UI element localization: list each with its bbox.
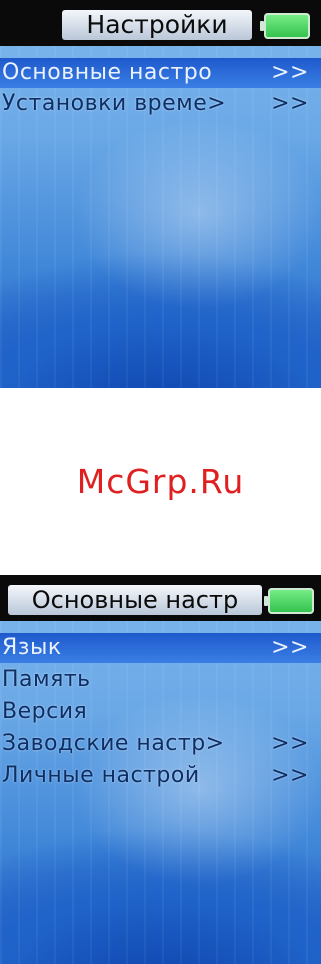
- battery-icon: [264, 588, 314, 614]
- title-bar: Основные настр: [0, 575, 321, 621]
- title-bar: Настройки: [0, 0, 321, 46]
- submenu-arrow-icon: >>: [271, 763, 309, 788]
- menu-item-memory[interactable]: Память: [0, 665, 321, 695]
- battery-icon: [260, 13, 310, 39]
- menu-item-label: Заводские настр>: [2, 731, 225, 756]
- screen-title: Настройки: [62, 10, 252, 40]
- menu-item-label: Версия: [2, 699, 88, 724]
- menu-item-version[interactable]: Версия: [0, 697, 321, 727]
- menu-item-label: Основные настро: [2, 60, 213, 85]
- basic-settings-menu: Язык >> Память Версия Заводские настр> >…: [0, 633, 321, 793]
- basic-settings-screen: Основные настр Язык >> Память Версия Зав…: [0, 575, 321, 964]
- menu-item-time-settings[interactable]: Установки време> >>: [0, 89, 321, 119]
- screen-title: Основные настр: [8, 585, 262, 615]
- menu-item-label: Установки време>: [2, 91, 227, 116]
- submenu-arrow-icon: >>: [271, 91, 309, 116]
- submenu-arrow-icon: >>: [271, 731, 309, 756]
- menu-item-label: Личные настрой: [2, 763, 200, 788]
- menu-item-basic-settings[interactable]: Основные настро >>: [0, 58, 321, 88]
- menu-item-factory-settings[interactable]: Заводские настр> >>: [0, 729, 321, 759]
- settings-screen: Настройки Основные настро >> Установки в…: [0, 0, 321, 388]
- menu-item-language[interactable]: Язык >>: [0, 633, 321, 663]
- settings-menu: Основные настро >> Установки време> >>: [0, 58, 321, 120]
- menu-item-label: Язык: [2, 635, 62, 660]
- submenu-arrow-icon: >>: [271, 60, 309, 85]
- watermark-text: McGrp.Ru: [76, 462, 245, 501]
- menu-item-label: Память: [2, 667, 91, 692]
- menu-item-personal-settings[interactable]: Личные настрой >>: [0, 761, 321, 791]
- submenu-arrow-icon: >>: [271, 635, 309, 660]
